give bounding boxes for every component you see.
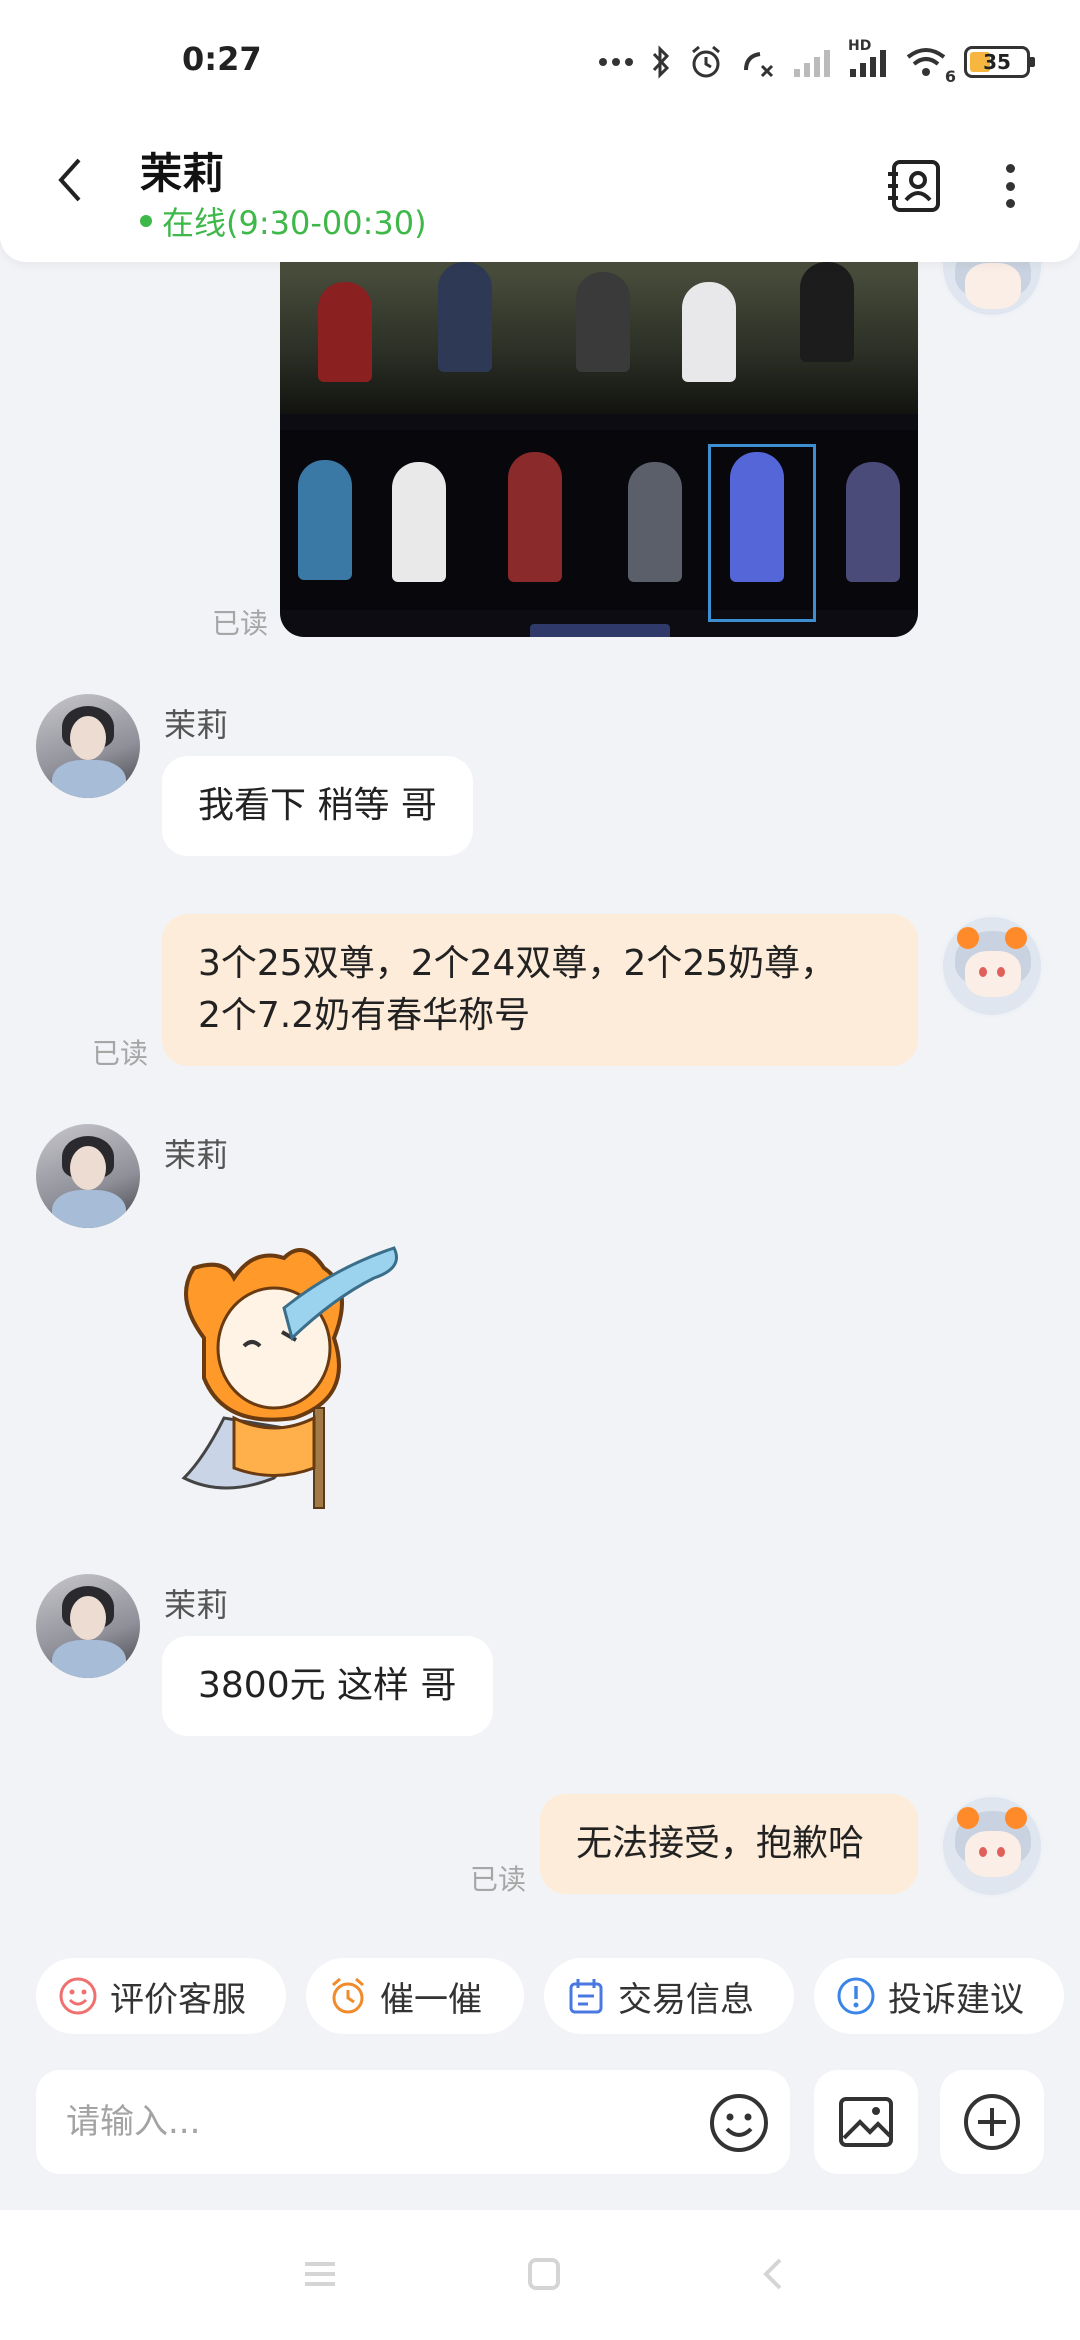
menu-icon <box>305 2262 335 2286</box>
complaint-chip[interactable]: 投诉建议 <box>814 1958 1064 2034</box>
more-options-button[interactable] <box>995 158 1025 214</box>
urge-chip[interactable]: 催一催 <box>306 1958 524 2034</box>
game-character <box>508 452 562 582</box>
online-status: 在线(9:30-00:30) <box>140 198 427 244</box>
bluetooth-icon <box>650 42 672 82</box>
image-message[interactable] <box>280 262 918 637</box>
back-button[interactable] <box>40 150 100 210</box>
battery-indicator: 35 <box>964 46 1035 78</box>
message-input[interactable] <box>66 2090 706 2154</box>
read-receipt: 已读 <box>470 1863 527 1896</box>
chip-label: 催一催 <box>380 1979 482 2020</box>
game-bottom-button <box>530 624 670 637</box>
back-triangle-icon <box>763 2258 782 2290</box>
contact-name: 茉莉 <box>140 149 225 198</box>
chip-label: 评价客服 <box>110 1979 246 2020</box>
game-scene-bottom-row <box>280 430 918 610</box>
contact-avatar[interactable] <box>36 1574 140 1678</box>
emoji-button[interactable] <box>708 2092 770 2154</box>
back-nav-button[interactable] <box>752 2256 792 2292</box>
chip-label: 投诉建议 <box>888 1979 1024 2020</box>
home-square-icon <box>528 2258 560 2290</box>
more-dots-icon <box>598 42 634 82</box>
image-icon <box>839 2097 893 2147</box>
trade-info-chip[interactable]: 交易信息 <box>544 1958 794 2034</box>
sticker-message[interactable] <box>164 1228 414 1518</box>
more-dot <box>1005 164 1015 173</box>
missed-call-icon <box>740 42 776 82</box>
crying-character-sticker-icon <box>181 1246 398 1509</box>
status-icons: HD 6 35 <box>598 38 1035 86</box>
game-character <box>318 282 372 382</box>
wifi-icon: 6 <box>904 42 956 86</box>
plus-circle-icon <box>964 2094 1020 2150</box>
game-character <box>628 462 682 582</box>
alarm-icon <box>688 42 724 82</box>
wifi-label: 6 <box>944 67 956 86</box>
sender-name: 茉莉 <box>164 1136 229 1174</box>
signal-hd-label: HD <box>848 38 872 54</box>
chip-label: 交易信息 <box>618 1979 754 2020</box>
message-bubble-incoming[interactable]: 3800元 这样 哥 <box>162 1636 493 1736</box>
message-bubble-outgoing[interactable]: 3个25双尊，2个24双尊，2个25奶尊， 2个7.2奶有春华称号 <box>162 914 918 1066</box>
selected-character-frame <box>708 444 816 622</box>
signal-weak-icon <box>792 42 832 82</box>
game-character <box>846 462 900 582</box>
image-picker-button[interactable] <box>814 2070 918 2174</box>
online-status-text: 在线(9:30-00:30) <box>162 204 427 242</box>
game-character <box>576 272 630 372</box>
my-avatar[interactable] <box>940 1794 1044 1898</box>
more-dot <box>1005 199 1015 208</box>
rate-service-chip[interactable]: 评价客服 <box>36 1958 286 2034</box>
smile-icon <box>58 1976 98 2016</box>
status-time: 0:27 <box>182 40 262 78</box>
sender-name: 茉莉 <box>164 1586 229 1624</box>
message-bubble-incoming[interactable]: 我看下 稍等 哥 <box>162 756 473 856</box>
alarm-clock-icon <box>328 1976 368 2016</box>
read-receipt: 已读 <box>212 607 269 640</box>
online-dot-icon <box>140 215 152 227</box>
top-header-card: 0:27 HD 6 35 茉莉 在线(9:30-00:30) <box>0 0 1080 262</box>
sender-name: 茉莉 <box>164 706 229 744</box>
calendar-icon <box>566 1976 606 2016</box>
game-character <box>298 460 352 580</box>
contact-avatar[interactable] <box>36 1124 140 1228</box>
signal-hd-icon: HD <box>848 38 888 82</box>
message-input-box[interactable] <box>36 2070 790 2174</box>
game-character <box>800 262 854 362</box>
chevron-left-icon <box>58 158 81 202</box>
more-actions-button[interactable] <box>940 2070 1044 2174</box>
read-receipt: 已读 <box>92 1037 149 1070</box>
exclamation-icon <box>836 1976 876 2016</box>
contact-card-icon <box>888 160 940 212</box>
contact-avatar[interactable] <box>36 694 140 798</box>
my-avatar[interactable] <box>940 914 1044 1018</box>
menu-nav-button[interactable] <box>300 2256 340 2292</box>
battery-level: 35 <box>983 50 1011 74</box>
home-nav-button[interactable] <box>524 2256 564 2292</box>
message-bubble-outgoing[interactable]: 无法接受，抱歉哈 <box>540 1794 918 1894</box>
emoji-icon <box>710 2094 768 2152</box>
more-dot <box>1005 181 1015 191</box>
game-character <box>392 462 446 582</box>
game-character <box>682 282 736 382</box>
contact-profile-button[interactable] <box>886 158 942 214</box>
game-character <box>438 262 492 372</box>
